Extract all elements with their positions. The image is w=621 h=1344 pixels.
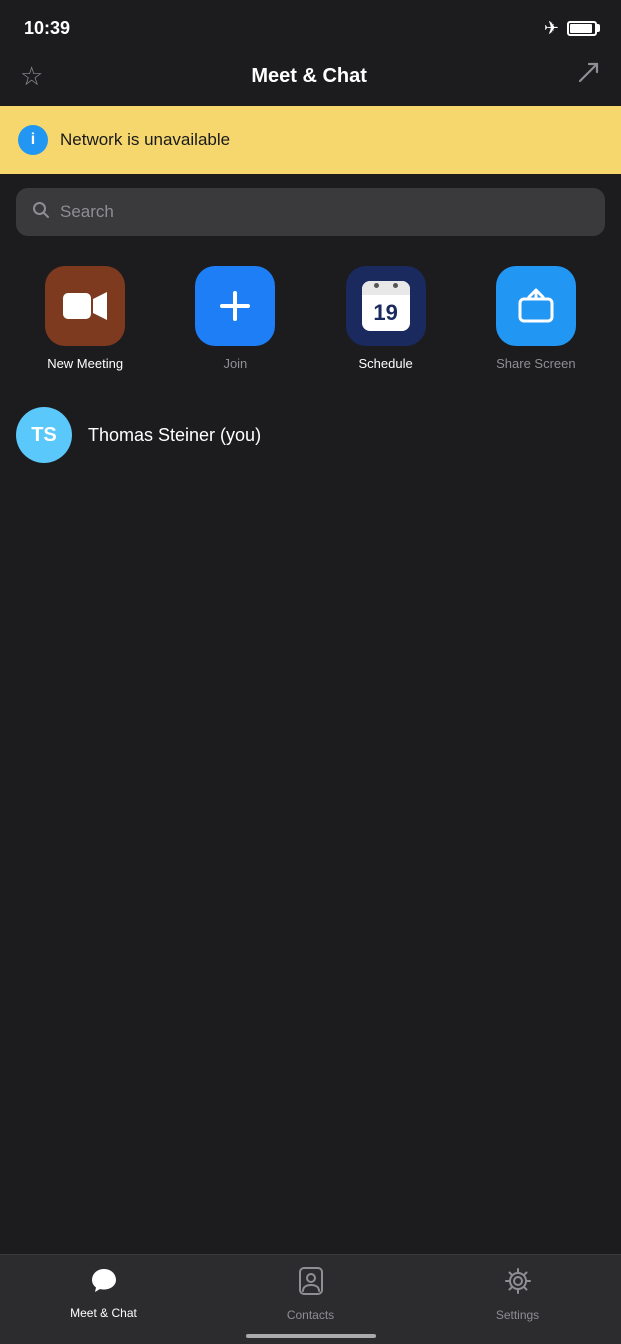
user-name: Thomas Steiner (you) [88,425,261,446]
settings-label: Settings [496,1308,539,1322]
schedule-icon-bg: 19 [346,266,426,346]
airplane-icon: ✈ [544,18,559,39]
info-icon: i [18,125,48,155]
search-placeholder: Search [60,202,114,222]
share-screen-label: Share Screen [496,356,576,371]
schedule-label: Schedule [359,356,413,371]
battery-icon [567,21,597,36]
user-item[interactable]: TS Thomas Steiner (you) [16,401,605,469]
schedule-button[interactable]: 19 Schedule [336,266,436,371]
new-meeting-icon-bg [45,266,125,346]
new-meeting-button[interactable]: New Meeting [35,266,135,371]
settings-icon [504,1267,532,1302]
header: ☆ Meet & Chat [0,50,621,106]
search-icon [32,201,50,224]
share-screen-icon-bg [496,266,576,346]
edit-icon[interactable] [575,60,601,93]
network-message: Network is unavailable [60,130,230,150]
star-icon[interactable]: ☆ [20,61,43,92]
status-bar: 10:39 ✈ [0,0,621,50]
calendar-icon: 19 [362,281,410,331]
new-meeting-label: New Meeting [47,356,123,371]
contacts-label: Contacts [287,1308,334,1322]
tab-bar: Meet & Chat Contacts Settings [0,1254,621,1344]
share-screen-button[interactable]: Share Screen [486,266,586,371]
join-button[interactable]: Join [185,266,285,371]
header-title: Meet & Chat [251,65,367,88]
status-time: 10:39 [24,18,70,39]
meet-chat-label: Meet & Chat [70,1306,137,1320]
user-list: TS Thomas Steiner (you) [0,381,621,479]
tab-contacts[interactable]: Contacts [261,1267,361,1322]
join-label: Join [223,356,247,371]
contacts-icon [298,1267,324,1302]
status-icons: ✈ [544,18,597,39]
search-bar[interactable]: Search [16,188,605,236]
home-indicator [246,1334,376,1338]
network-banner: i Network is unavailable [0,106,621,174]
actions-grid: New Meeting Join 19 Schedule [0,250,621,381]
meet-chat-icon [90,1267,118,1300]
tab-settings[interactable]: Settings [468,1267,568,1322]
calendar-day: 19 [362,295,410,331]
search-container: Search [0,174,621,250]
user-avatar: TS [16,407,72,463]
tab-meet-chat[interactable]: Meet & Chat [54,1267,154,1320]
join-icon-bg [195,266,275,346]
